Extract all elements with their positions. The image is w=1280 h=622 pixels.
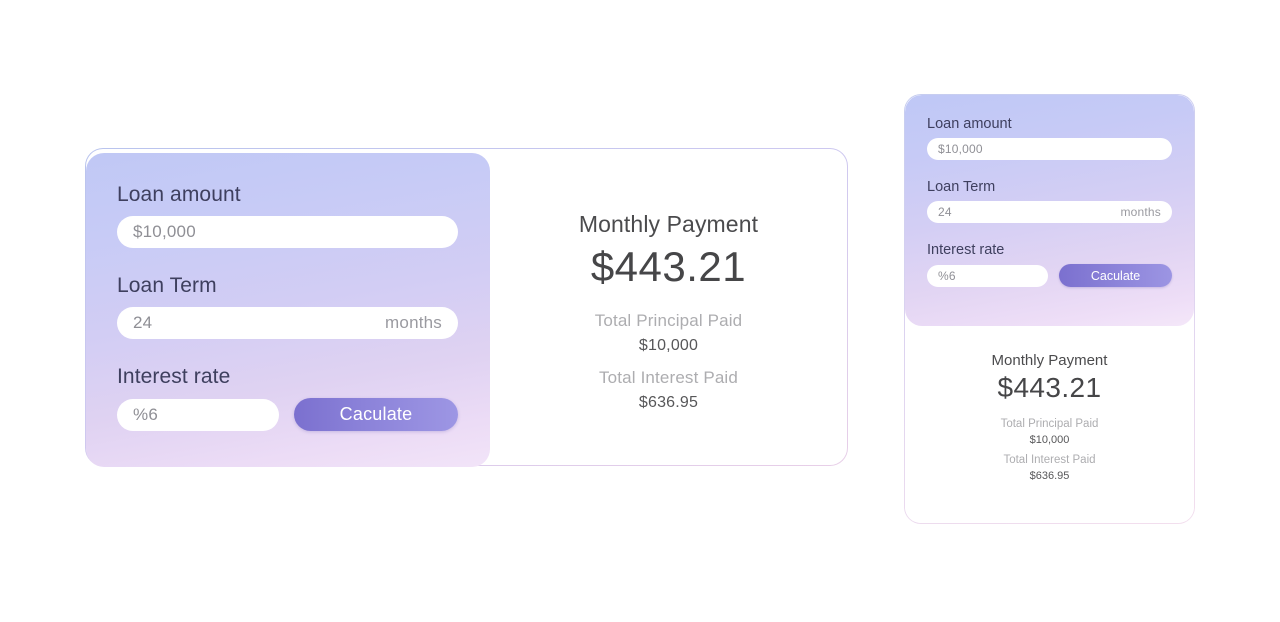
mobile-loan-amount-input[interactable]: $10,000 — [927, 138, 1172, 160]
desktop-form-panel: Loan amount $10,000 Loan Term 24 months … — [86, 153, 490, 467]
mobile-results-panel: Monthly Payment $443.21 Total Principal … — [905, 326, 1194, 523]
mobile-loan-term-field-group: Loan Term 24 months — [927, 179, 1172, 223]
mobile-calculate-button[interactable]: Caculate — [1059, 264, 1172, 287]
calculate-button[interactable]: Caculate — [294, 398, 458, 431]
mobile-loan-term-unit-suffix: months — [1120, 205, 1161, 219]
interest-rate-label: Interest rate — [117, 365, 231, 388]
mobile-monthly-payment-value: $443.21 — [997, 372, 1102, 403]
desktop-results-panel: Monthly Payment $443.21 Total Principal … — [490, 149, 847, 465]
mobile-loan-calculator-card: Loan amount $10,000 Loan Term 24 months … — [904, 94, 1195, 524]
mobile-loan-amount-value: $10,000 — [938, 142, 983, 156]
mobile-total-interest-paid-label: Total Interest Paid — [1003, 454, 1096, 467]
mobile-interest-rate-value: %6 — [938, 268, 956, 283]
mobile-interest-rate-field-group: Interest rate %6 Caculate — [927, 242, 1172, 287]
monthly-payment-value: $443.21 — [590, 243, 747, 290]
app-canvas: Loan amount $10,000 Loan Term 24 months … — [0, 0, 1280, 622]
interest-rate-row: %6 Caculate — [117, 398, 459, 431]
mobile-total-principal-paid-value: $10,000 — [1029, 434, 1070, 447]
mobile-total-interest-paid-value: $636.95 — [1029, 470, 1070, 483]
total-interest-paid-value: $636.95 — [638, 394, 699, 412]
mobile-total-principal-paid-label: Total Principal Paid — [1000, 418, 1099, 431]
loan-amount-label: Loan amount — [117, 183, 241, 206]
desktop-interest-rate-field-group: Interest rate %6 Caculate — [117, 365, 459, 431]
mobile-loan-amount-label: Loan amount — [927, 116, 1012, 132]
total-interest-paid-label: Total Interest Paid — [599, 368, 738, 388]
total-principal-paid-value: $10,000 — [638, 337, 699, 355]
loan-term-value: 24 — [133, 313, 153, 332]
loan-term-unit-suffix: months — [385, 313, 442, 332]
mobile-loan-term-label: Loan Term — [927, 179, 996, 195]
desktop-loan-term-field-group: Loan Term 24 months — [117, 274, 459, 339]
interest-rate-value: %6 — [133, 404, 158, 424]
loan-term-label: Loan Term — [117, 274, 217, 297]
loan-amount-input[interactable]: $10,000 — [117, 216, 458, 248]
mobile-interest-rate-input[interactable]: %6 — [927, 264, 1049, 287]
mobile-form-panel: Loan amount $10,000 Loan Term 24 months … — [905, 95, 1194, 326]
loan-term-input[interactable]: 24 months — [117, 307, 458, 339]
mobile-interest-rate-label: Interest rate — [927, 242, 1005, 258]
interest-rate-input[interactable]: %6 — [117, 398, 279, 431]
monthly-payment-label: Monthly Payment — [578, 211, 759, 237]
total-principal-paid-label: Total Principal Paid — [594, 311, 743, 331]
mobile-monthly-payment-label: Monthly Payment — [991, 352, 1108, 369]
mobile-interest-rate-row: %6 Caculate — [927, 264, 1172, 287]
mobile-loan-amount-field-group: Loan amount $10,000 — [927, 116, 1172, 160]
mobile-loan-term-value: 24 — [938, 205, 952, 219]
desktop-loan-calculator-card: Loan amount $10,000 Loan Term 24 months … — [85, 148, 848, 467]
desktop-loan-amount-field-group: Loan amount $10,000 — [117, 183, 459, 248]
mobile-loan-term-input[interactable]: 24 months — [927, 201, 1172, 223]
loan-amount-value: $10,000 — [133, 222, 196, 241]
